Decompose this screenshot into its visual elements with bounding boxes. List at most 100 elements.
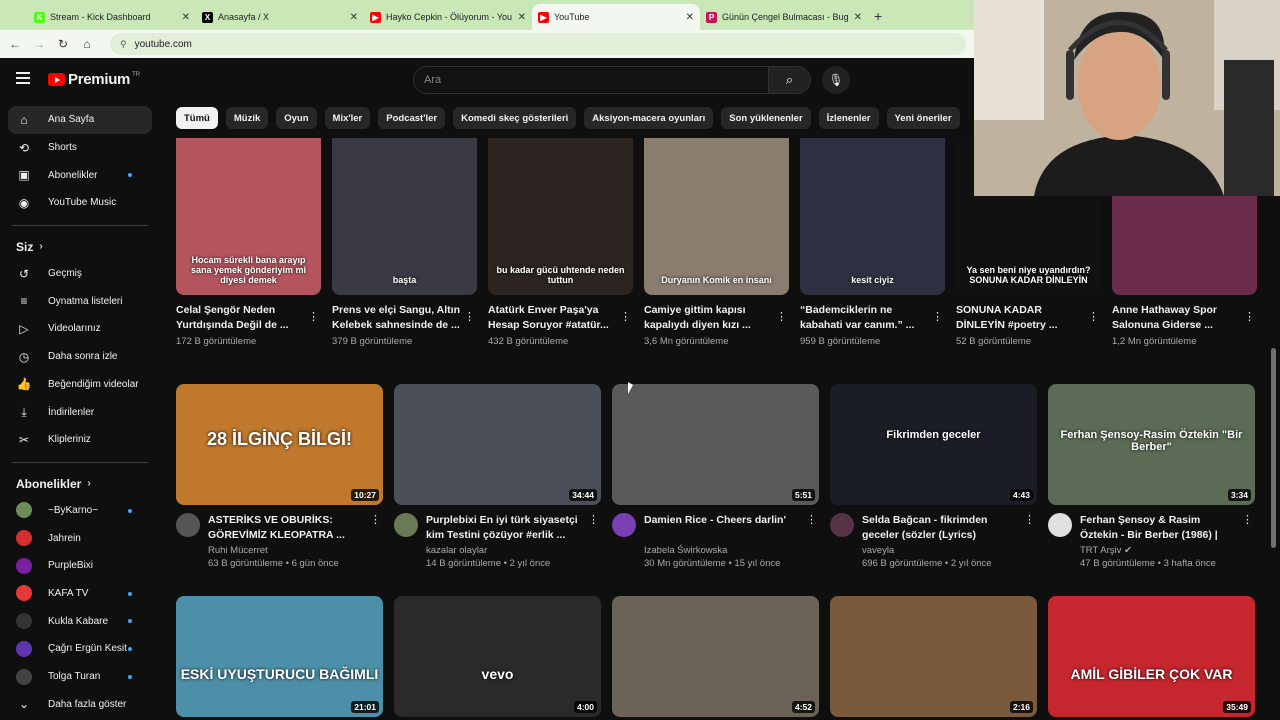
- subscription-item[interactable]: KAFA TV: [0, 580, 160, 608]
- filter-chip[interactable]: Komedi skeç gösterileri: [453, 107, 577, 129]
- sidebar-item[interactable]: ▷ Videolarınız: [0, 315, 160, 343]
- subscription-item[interactable]: Kukla Kabare: [0, 607, 160, 635]
- close-icon[interactable]: ✕: [182, 12, 190, 23]
- more-options-icon[interactable]: ⋮: [932, 310, 943, 323]
- short-card[interactable]: bu kadar gücü uhtende neden tuttun Atatür…: [488, 138, 633, 347]
- browser-tab[interactable]: P Günün Çengel Bulmacası - Bug ✕: [700, 4, 868, 30]
- video-card[interactable]: vevo 4:00: [394, 596, 601, 717]
- channel-avatar[interactable]: [612, 513, 636, 537]
- short-thumbnail[interactable]: bu kadar gücü uhtende neden tuttun: [488, 138, 633, 295]
- search-input[interactable]: Ara: [414, 67, 768, 93]
- more-options-icon[interactable]: ⋮: [806, 513, 817, 526]
- reload-icon[interactable]: ↻: [56, 37, 70, 51]
- video-thumbnail[interactable]: 28 İLGİNÇ BİLGİ! 10:27: [176, 384, 383, 505]
- video-card[interactable]: ESKİ UYUŞTURUCU BAĞIMLI 21:01: [176, 596, 383, 717]
- browser-tab[interactable]: X Anasayfa / X ✕: [196, 4, 364, 30]
- more-options-icon[interactable]: ⋮: [464, 310, 475, 323]
- video-title[interactable]: Purplebixi En iyi türk siyasetçi kim Tes…: [426, 513, 587, 543]
- video-thumbnail[interactable]: AMİL GİBİLER ÇOK VAR 35:49: [1048, 596, 1255, 717]
- browser-tab[interactable]: K Stream - Kick Dashboard ✕: [28, 4, 196, 30]
- close-icon[interactable]: ✕: [518, 12, 526, 23]
- section-subscriptions[interactable]: Abonelikler ›: [0, 471, 160, 497]
- forward-icon[interactable]: →: [32, 37, 46, 51]
- subscription-item[interactable]: ~ByKarno~: [0, 497, 160, 525]
- video-thumbnail[interactable]: vevo 4:00: [394, 596, 601, 717]
- url-field[interactable]: ⚲ youtube.com: [110, 33, 966, 55]
- filter-chip[interactable]: Yeni öneriler: [886, 107, 960, 129]
- short-title[interactable]: Atatürk Enver Paşa'ya Hesap Soruyor #ata…: [488, 303, 633, 333]
- sidebar-item[interactable]: ◷ Daha sonra izle: [0, 343, 160, 371]
- youtube-logo[interactable]: Premium TR: [48, 71, 140, 88]
- browser-tab[interactable]: ▶ YouTube ✕: [532, 4, 700, 30]
- video-card[interactable]: Fikrimden geceler 4:43 Selda Bağcan - fikr…: [830, 384, 1037, 569]
- show-more-button[interactable]: ⌄ Daha fazla göster: [0, 690, 160, 718]
- channel-avatar[interactable]: [1048, 513, 1072, 537]
- short-card[interactable]: başta Prens ve elçi Sangu, Altın Kelebek …: [332, 138, 477, 347]
- mic-icon[interactable]: 🎙: [822, 66, 850, 94]
- filter-chip[interactable]: Mix'ler: [324, 107, 371, 129]
- channel-name[interactable]: Izabela Świrkowska: [644, 545, 805, 556]
- more-options-icon[interactable]: ⋮: [1242, 513, 1253, 526]
- sidebar-item[interactable]: ⌂ Ana Sayfa: [8, 106, 152, 134]
- video-thumbnail[interactable]: 5:51: [612, 384, 819, 505]
- short-title[interactable]: SONUNA KADAR DİNLEYİN #poetry ...: [956, 303, 1101, 333]
- channel-name[interactable]: Ruhi Mücerret: [208, 545, 369, 556]
- channel-avatar[interactable]: [830, 513, 854, 537]
- close-icon[interactable]: ✕: [854, 12, 862, 23]
- video-card[interactable]: 28 İLGİNÇ BİLGİ! 10:27 ASTERİKS VE OBURİKS…: [176, 384, 383, 569]
- new-tab-icon[interactable]: +: [874, 8, 882, 24]
- more-options-icon[interactable]: ⋮: [1244, 310, 1255, 323]
- sidebar-item[interactable]: ▣ Abonelikler: [0, 161, 160, 189]
- channel-name[interactable]: TRT Arşiv ✔: [1080, 545, 1241, 556]
- more-options-icon[interactable]: ⋮: [370, 513, 381, 526]
- video-card[interactable]: 34:44 Purplebixi En iyi türk siyasetçi ki…: [394, 384, 601, 569]
- sidebar-item[interactable]: ⟲ Shorts: [0, 134, 160, 162]
- short-title[interactable]: Prens ve elçi Sangu, Altın Kelebek sahne…: [332, 303, 477, 333]
- video-card[interactable]: 5:51 Damien Rice - Cheers darlin' Izabela …: [612, 384, 819, 569]
- video-card[interactable]: Ferhan Şensoy-Rasim Öztekin "Bir Berber"…: [1048, 384, 1255, 569]
- site-info-icon[interactable]: ⚲: [120, 39, 127, 50]
- short-title[interactable]: “Bademciklerin ne kabahati var canım.” .…: [800, 303, 945, 333]
- browser-tab[interactable]: ▶ Hayko Cepkin - Ölüyorum - You ✕: [364, 4, 532, 30]
- close-icon[interactable]: ✕: [686, 12, 694, 23]
- filter-chip[interactable]: Oyun: [276, 107, 317, 129]
- short-thumbnail[interactable]: Duryanın Komik en insanı: [644, 138, 789, 295]
- sidebar-item[interactable]: ◉ YouTube Music: [0, 189, 160, 217]
- more-options-icon[interactable]: ⋮: [308, 310, 319, 323]
- video-card[interactable]: 4:52: [612, 596, 819, 717]
- more-options-icon[interactable]: ⋮: [1024, 513, 1035, 526]
- search-icon[interactable]: ⌕: [768, 67, 810, 93]
- short-thumbnail[interactable]: Hocam sürekli bana arayıp sana yemek gön…: [176, 138, 321, 295]
- short-title[interactable]: Camiye gittim kapısı kapalıydı diyen kız…: [644, 303, 789, 333]
- section-you[interactable]: Siz ›: [0, 234, 160, 260]
- short-card[interactable]: Duryanın Komik en insanı Camiye gittim ka…: [644, 138, 789, 347]
- filter-chip[interactable]: Aksiyon-macera oyunları: [584, 107, 714, 129]
- close-icon[interactable]: ✕: [350, 12, 358, 23]
- short-card[interactable]: Hocam sürekli bana arayıp sana yemek gön…: [176, 138, 321, 347]
- scrollbar[interactable]: [1271, 348, 1276, 548]
- subscription-item[interactable]: Çağrı Ergün Kesit: [0, 635, 160, 663]
- video-thumbnail[interactable]: Fikrimden geceler 4:43: [830, 384, 1037, 505]
- more-options-icon[interactable]: ⋮: [620, 310, 631, 323]
- channel-name[interactable]: vaveyla: [862, 545, 1023, 556]
- filter-chip[interactable]: Müzik: [225, 107, 269, 129]
- sidebar-item[interactable]: ↺ Geçmiş: [0, 260, 160, 288]
- video-thumbnail[interactable]: ESKİ UYUŞTURUCU BAĞIMLI 21:01: [176, 596, 383, 717]
- channel-avatar[interactable]: [176, 513, 200, 537]
- filter-chip[interactable]: Tümü: [176, 107, 218, 129]
- video-title[interactable]: Selda Bağcan - fikrimden geceler (sözler…: [862, 513, 1023, 543]
- video-card[interactable]: AMİL GİBİLER ÇOK VAR 35:49: [1048, 596, 1255, 717]
- short-title[interactable]: Anne Hathaway Spor Salonuna Giderse ...: [1112, 303, 1257, 333]
- channel-avatar[interactable]: [394, 513, 418, 537]
- video-thumbnail[interactable]: 4:52: [612, 596, 819, 717]
- sidebar-item[interactable]: ✂ Klipleriniz: [0, 426, 160, 454]
- short-card[interactable]: kesit ciyiz “Bademciklerin ne kabahati va…: [800, 138, 945, 347]
- video-title[interactable]: Damien Rice - Cheers darlin': [644, 513, 805, 543]
- filter-chip[interactable]: İzlenenler: [818, 107, 879, 129]
- video-title[interactable]: Ferhan Şensoy & Rasim Öztekin - Bir Berb…: [1080, 513, 1241, 543]
- short-thumbnail[interactable]: kesit ciyiz: [800, 138, 945, 295]
- subscription-item[interactable]: Tolga Turan: [0, 663, 160, 691]
- back-icon[interactable]: ←: [8, 37, 22, 51]
- short-thumbnail[interactable]: başta: [332, 138, 477, 295]
- video-thumbnail[interactable]: 34:44: [394, 384, 601, 505]
